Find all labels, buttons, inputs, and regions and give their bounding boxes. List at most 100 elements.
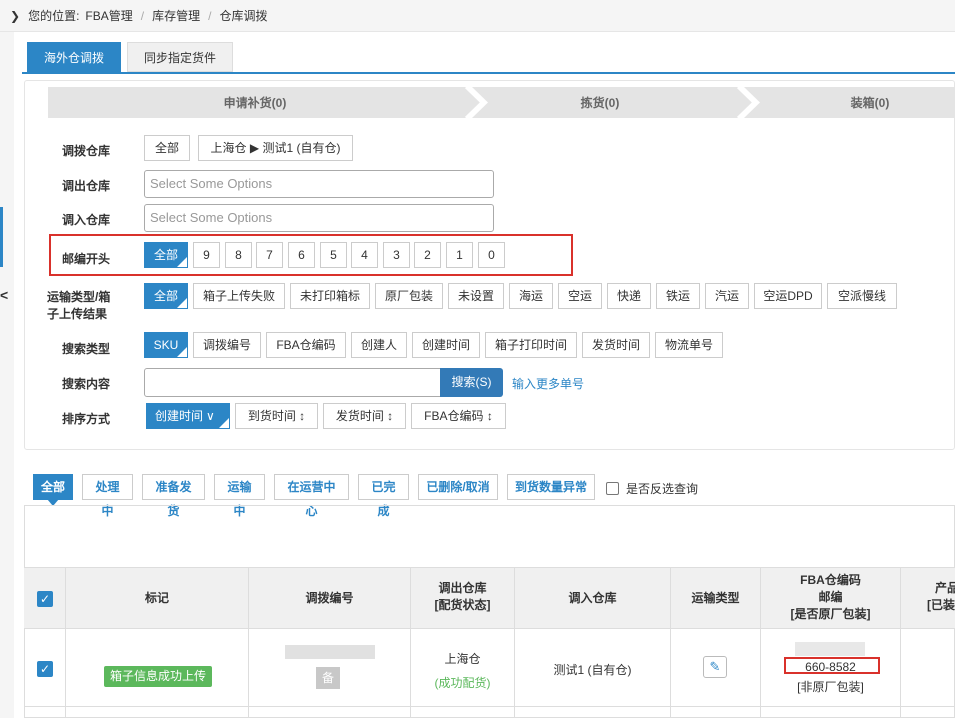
status-tab-deleted-cancelled[interactable]: 已删除/取消: [418, 474, 498, 500]
out-warehouse-select[interactable]: Select Some Options: [144, 170, 494, 198]
search-type-sku-button[interactable]: SKU ✔: [144, 332, 188, 358]
step-packing[interactable]: 装箱(0): [800, 94, 940, 111]
zip-7-button[interactable]: 7: [256, 242, 283, 268]
warehouse-route-button[interactable]: 上海仓 ▶ 测试1 (自有仓): [198, 135, 353, 161]
header-mark: 标记: [144, 591, 169, 605]
header-fba-code: FBA仓编码 邮编 [是否原厂包装]: [761, 572, 900, 623]
zip-1-button[interactable]: 1: [446, 242, 473, 268]
transport-unset-button[interactable]: 未设置: [448, 283, 504, 309]
status-tab-completed[interactable]: 已完成: [358, 474, 409, 518]
search-type-tracking-no-button[interactable]: 物流单号: [655, 332, 723, 358]
breadcrumb-item-inventory[interactable]: 库存管理: [152, 7, 200, 24]
transport-rail-button[interactable]: 铁运: [656, 283, 700, 309]
sidebar-active-marker: [0, 207, 3, 267]
header-fba-line3: [是否原厂包装]: [790, 607, 871, 621]
zip-2-button[interactable]: 2: [414, 242, 441, 268]
status-tab-in-transit[interactable]: 运输中: [214, 474, 265, 518]
chevron-down-icon: ∨: [206, 409, 215, 423]
label-search-type: 搜索类型: [62, 342, 111, 356]
breadcrumb-separator: /: [208, 8, 212, 23]
transport-air-dpd-button[interactable]: 空运DPD: [754, 283, 822, 309]
label-out-warehouse: 调出仓库: [62, 179, 111, 193]
zip-0-button[interactable]: 0: [478, 242, 505, 268]
zip-8-button[interactable]: 8: [225, 242, 252, 268]
sort-arrows-icon: ↕: [299, 409, 306, 423]
search-type-transfer-no-button[interactable]: 调拨编号: [193, 332, 261, 358]
row-checkbox[interactable]: ✓: [37, 661, 53, 677]
collapse-sidebar-icon[interactable]: <: [0, 287, 10, 313]
search-type-creator-button[interactable]: 创建人: [351, 332, 407, 358]
zip-5-button[interactable]: 5: [320, 242, 347, 268]
zip-6-button[interactable]: 6: [288, 242, 315, 268]
breadcrumb-item-fba[interactable]: FBA管理: [85, 7, 132, 24]
chevron-right-icon: ❯: [10, 8, 21, 23]
transport-all-label: 全部: [153, 289, 178, 303]
check-icon: ✔: [180, 252, 186, 259]
transport-truck-button[interactable]: 汽运: [705, 283, 749, 309]
label-search-content: 搜索内容: [62, 377, 111, 391]
status-tab-quantity-abnormal[interactable]: 到货数量异常: [507, 474, 595, 500]
redacted-fba-code: [795, 642, 865, 656]
in-warehouse-select[interactable]: Select Some Options: [144, 204, 494, 232]
sort-create-time-button[interactable]: 创建时间 ∨ ✔: [146, 403, 230, 429]
transport-express-button[interactable]: 快递: [607, 283, 651, 309]
header-transfer-no: 调拨编号: [305, 591, 354, 605]
sort-arrows-icon: ↕: [486, 409, 493, 423]
select-all-checkbox[interactable]: ✓: [37, 591, 53, 607]
status-tab-ready-to-ship[interactable]: 准备发货: [142, 474, 205, 518]
warehouse-all-button[interactable]: 全部: [144, 135, 190, 161]
label-transport-type: 运输类型/箱 子上传结果: [47, 289, 127, 323]
transport-air-button[interactable]: 空运: [558, 283, 602, 309]
label-transfer-warehouse: 调拨仓库: [62, 144, 111, 158]
transport-sea-button[interactable]: 海运: [509, 283, 553, 309]
label-sort: 排序方式: [62, 412, 111, 426]
sort-fba-code-button[interactable]: FBA仓编码 ↕: [411, 403, 506, 429]
zip-9-button[interactable]: 9: [193, 242, 220, 268]
label-transport-line2: 子上传结果: [47, 307, 108, 321]
zip-code-cell: 660-8582: [805, 660, 856, 674]
status-tab-all[interactable]: 全部: [33, 474, 73, 506]
out-warehouse-cell: 上海仓: [444, 652, 481, 666]
zip-all-button[interactable]: 全部 ✔: [144, 242, 188, 268]
transport-air-slow-button[interactable]: 空派慢线: [827, 283, 897, 309]
zip-4-button[interactable]: 4: [351, 242, 378, 268]
search-type-create-time-button[interactable]: 创建时间: [412, 332, 480, 358]
sort-arrival-time-button[interactable]: 到货时间 ↕: [235, 403, 318, 429]
header-in-warehouse: 调入仓库: [568, 591, 617, 605]
transport-unprinted-button[interactable]: 未打印箱标: [290, 283, 370, 309]
header-transport-type: 运输类型: [691, 591, 740, 605]
sidebar-edge: <: [0, 32, 14, 718]
search-content-input[interactable]: [144, 368, 441, 397]
tab-underline: [22, 72, 955, 74]
breadcrumb-separator: /: [140, 8, 145, 23]
status-tab-at-fulfillment-center[interactable]: 在运营中心: [274, 474, 349, 518]
zip-all-label: 全部: [153, 248, 178, 262]
step-apply-replenish[interactable]: 申请补货(0): [170, 94, 340, 111]
status-badge: 箱子信息成功上传: [104, 666, 213, 687]
sort-create-time-label: 创建时间: [155, 409, 204, 423]
transport-upload-failed-button[interactable]: 箱子上传失败: [193, 283, 285, 309]
tab-overseas-transfer[interactable]: 海外仓调拨: [27, 42, 122, 72]
packaging-cell: [非原厂包装]: [797, 680, 864, 694]
step-picking[interactable]: 拣货(0): [530, 94, 670, 111]
tab-sync-shipment[interactable]: 同步指定货件: [127, 42, 234, 72]
zip-3-button[interactable]: 3: [383, 242, 410, 268]
sort-arrival-time-label: 到货时间: [247, 409, 296, 423]
edit-transport-icon[interactable]: ✎: [703, 656, 727, 678]
search-type-fba-code-button[interactable]: FBA仓编码: [266, 332, 346, 358]
status-tab-processing[interactable]: 处理中: [82, 474, 133, 518]
header-fba-line2: 邮编: [818, 590, 843, 604]
reverse-query-checkbox[interactable]: [606, 482, 619, 495]
breadcrumb: ❯ 您的位置: FBA管理 / 库存管理 / 仓库调拨: [0, 0, 955, 32]
in-warehouse-cell: 测试1 (自有仓): [553, 663, 632, 677]
enter-more-numbers-link[interactable]: 输入更多单号: [512, 375, 584, 392]
label-in-warehouse: 调入仓库: [62, 213, 111, 227]
search-type-box-print-time-button[interactable]: 箱子打印时间: [485, 332, 577, 358]
reverse-query-label: 是否反选查询: [626, 482, 699, 496]
search-type-ship-time-button[interactable]: 发货时间: [582, 332, 650, 358]
transport-all-button[interactable]: 全部 ✔: [144, 283, 188, 309]
transport-original-pack-button[interactable]: 原厂包装: [375, 283, 443, 309]
sort-ship-time-button[interactable]: 发货时间 ↕: [323, 403, 406, 429]
search-button[interactable]: 搜索(S): [440, 368, 503, 397]
header-product-line2: [已装: [927, 598, 955, 612]
